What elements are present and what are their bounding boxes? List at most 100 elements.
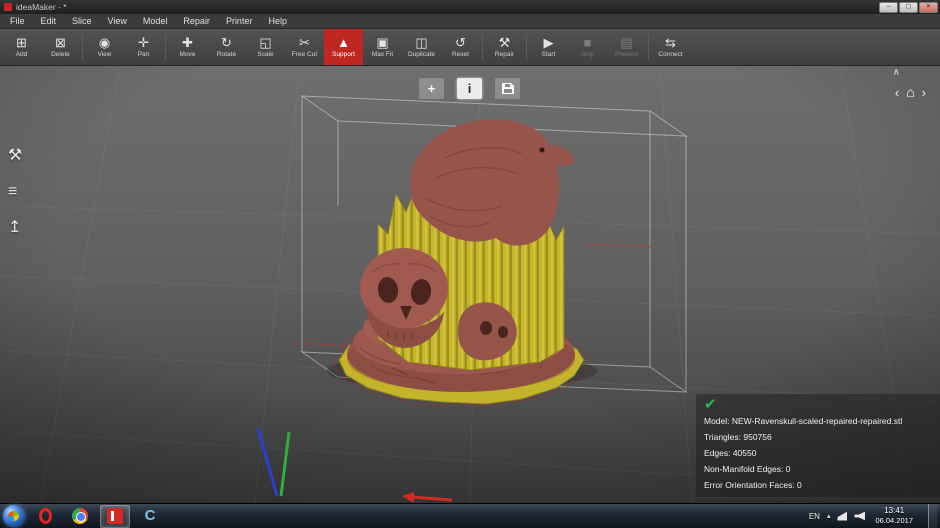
add-model-button[interactable]: + xyxy=(419,78,444,99)
taskbar-app-opera[interactable] xyxy=(30,505,60,528)
taskbar-app-ideamaker[interactable] xyxy=(100,504,130,528)
collapse-panel-icon[interactable]: ∧ xyxy=(893,67,900,78)
minimize-button[interactable]: ─ xyxy=(879,1,898,13)
system-tray: EN ▴ 13:41 06.04.2017 xyxy=(809,503,940,528)
taskbar-app-chrome[interactable] xyxy=(65,505,95,528)
toolbar-label: Free Cut xyxy=(291,51,318,58)
hidden-icons-arrow[interactable]: ▴ xyxy=(827,512,831,520)
toolbar-label: Stop xyxy=(580,51,595,58)
ideamaker-icon xyxy=(107,508,123,524)
menu-printer[interactable]: Printer xyxy=(218,15,261,27)
stop-icon: ■ xyxy=(583,35,592,50)
toolbar-delete-button[interactable]: ⊠ Delete xyxy=(41,29,80,65)
rotate-icon: ↻ xyxy=(221,35,232,50)
toolbar-label: Start xyxy=(541,51,556,58)
taskbar: C EN ▴ 13:41 06.04.2017 xyxy=(0,503,940,528)
viewport-side-tools: ⚒ ≡ ↥ xyxy=(8,146,22,237)
info-line: Non-Manifold Edges: 0 xyxy=(704,464,791,474)
toolbar-label: Scale xyxy=(257,51,274,58)
toolbar-stop-button: ■ Stop xyxy=(568,29,607,65)
toolbar-separator xyxy=(482,34,483,60)
model-info-button[interactable]: i xyxy=(457,78,482,99)
move-icon: ✚ xyxy=(182,35,193,50)
toolbar-scale-button[interactable]: ◱ Scale xyxy=(246,29,285,65)
start-button[interactable] xyxy=(3,505,25,527)
prev-view-icon[interactable]: ‹ xyxy=(895,85,899,100)
volume-icon[interactable] xyxy=(854,511,866,521)
export-icon[interactable]: ↥ xyxy=(8,218,22,237)
titlebar: ideaMaker - * ─ ▢ ✕ xyxy=(0,0,940,14)
network-icon[interactable] xyxy=(837,511,848,521)
tray-time: 13:41 xyxy=(884,506,905,515)
language-indicator[interactable]: EN xyxy=(809,512,820,521)
close-button[interactable]: ✕ xyxy=(919,1,938,13)
toolbar-label: Delete xyxy=(51,51,70,58)
menu-help[interactable]: Help xyxy=(260,15,295,27)
toolbar-label: View xyxy=(97,51,112,58)
toolbar-support-button[interactable]: ▲ Support xyxy=(324,29,363,65)
toolbar-label: Support xyxy=(332,51,355,58)
toolbar-separator xyxy=(526,34,527,60)
taskbar-apps: C xyxy=(25,504,165,528)
info-line: Error Orientation Faces: 0 xyxy=(704,480,802,490)
toolbar-preview-button: ▤ Preview xyxy=(607,29,646,65)
toolbar-move-button[interactable]: ✚ Move xyxy=(168,29,207,65)
menubar: File Edit Slice View Model Repair Printer Help xyxy=(0,14,940,29)
add-icon: ⊞ xyxy=(16,35,27,50)
viewport-3d[interactable]: ⚒ ≡ ↥ + i ∧ ‹ ⌂ › ✔ Model: NEW-Ravenskul… xyxy=(0,66,940,503)
maximize-button[interactable]: ▢ xyxy=(899,1,918,13)
wrench-icon[interactable]: ⚒ xyxy=(8,146,22,165)
toolbar-connect-button[interactable]: ⇆ Connect xyxy=(651,29,690,65)
check-icon: ✔ xyxy=(704,396,717,413)
toolbar-add-button[interactable]: ⊞ Add xyxy=(2,29,41,65)
pan-icon: ✛ xyxy=(138,35,149,50)
tray-date: 06.04.2017 xyxy=(875,516,913,525)
window-title: ideaMaker - * xyxy=(16,2,67,12)
viewport-top-buttons: + i xyxy=(419,78,520,99)
model-info-panel: ✔ Model: NEW-Ravenskull-scaled-repaired-… xyxy=(696,394,940,497)
delete-icon: ⊠ xyxy=(55,35,66,50)
toolbar-duplicate-button[interactable]: ◫ Duplicate xyxy=(402,29,441,65)
taskbar-app-browser-c[interactable]: C xyxy=(135,505,165,528)
toolbar-rotate-button[interactable]: ↻ Rotate xyxy=(207,29,246,65)
save-disk-icon xyxy=(501,83,514,94)
toolbar-start-button[interactable]: ▶ Start xyxy=(529,29,568,65)
home-view-icon[interactable]: ⌂ xyxy=(906,84,914,100)
toolbar-separator xyxy=(165,34,166,60)
menu-view[interactable]: View xyxy=(100,15,135,27)
ideamaker-window: ideaMaker - * ─ ▢ ✕ File Edit Slice View Mod… xyxy=(0,0,940,528)
app-icon xyxy=(4,3,12,11)
preview-icon: ▤ xyxy=(620,35,633,50)
save-button[interactable] xyxy=(495,78,520,99)
list-icon[interactable]: ≡ xyxy=(8,182,22,201)
browser-c-icon: C xyxy=(144,507,156,524)
menu-edit[interactable]: Edit xyxy=(33,15,65,27)
toolbar-label: Preview xyxy=(614,51,639,58)
duplicate-icon: ◫ xyxy=(415,35,428,50)
info-line: Triangles: 950756 xyxy=(704,432,772,442)
info-line: Edges: 40550 xyxy=(704,448,757,458)
toolbar-reset-button[interactable]: ↺ Reset xyxy=(441,29,480,65)
menu-model[interactable]: Model xyxy=(135,15,176,27)
toolbar-view-button[interactable]: ◉ View xyxy=(85,29,124,65)
toolbar-label: Repair xyxy=(494,51,515,58)
next-view-icon[interactable]: › xyxy=(922,85,926,100)
toolbar-label: Max Fit xyxy=(371,51,394,58)
view-icon: ◉ xyxy=(98,35,111,50)
clock[interactable]: 13:41 06.04.2017 xyxy=(872,506,916,526)
toolbar-free-cut-button[interactable]: ✂ Free Cut xyxy=(285,29,324,65)
opera-icon xyxy=(38,508,52,524)
connect-icon: ⇆ xyxy=(665,35,676,50)
menu-file[interactable]: File xyxy=(2,15,33,27)
toolbar-repair-button[interactable]: ⚒ Repair xyxy=(485,29,524,65)
toolbar-pan-button[interactable]: ✛ Pan xyxy=(124,29,163,65)
toolbar-label: Duplicate xyxy=(407,51,436,58)
toolbar-label: Reset xyxy=(452,51,469,58)
menu-slice[interactable]: Slice xyxy=(64,15,100,27)
toolbar-label: Rotate xyxy=(216,51,237,58)
toolbar-max-fit-button[interactable]: ▣ Max Fit xyxy=(363,29,402,65)
show-desktop-button[interactable] xyxy=(928,503,937,528)
scale-icon: ◱ xyxy=(259,35,272,50)
menu-repair[interactable]: Repair xyxy=(175,15,218,27)
toolbar: ⊞ Add ⊠ Delete ◉ View ✛ Pan ✚ Move ↻ Rotate ◱ Scale ✂ F… xyxy=(0,29,940,66)
